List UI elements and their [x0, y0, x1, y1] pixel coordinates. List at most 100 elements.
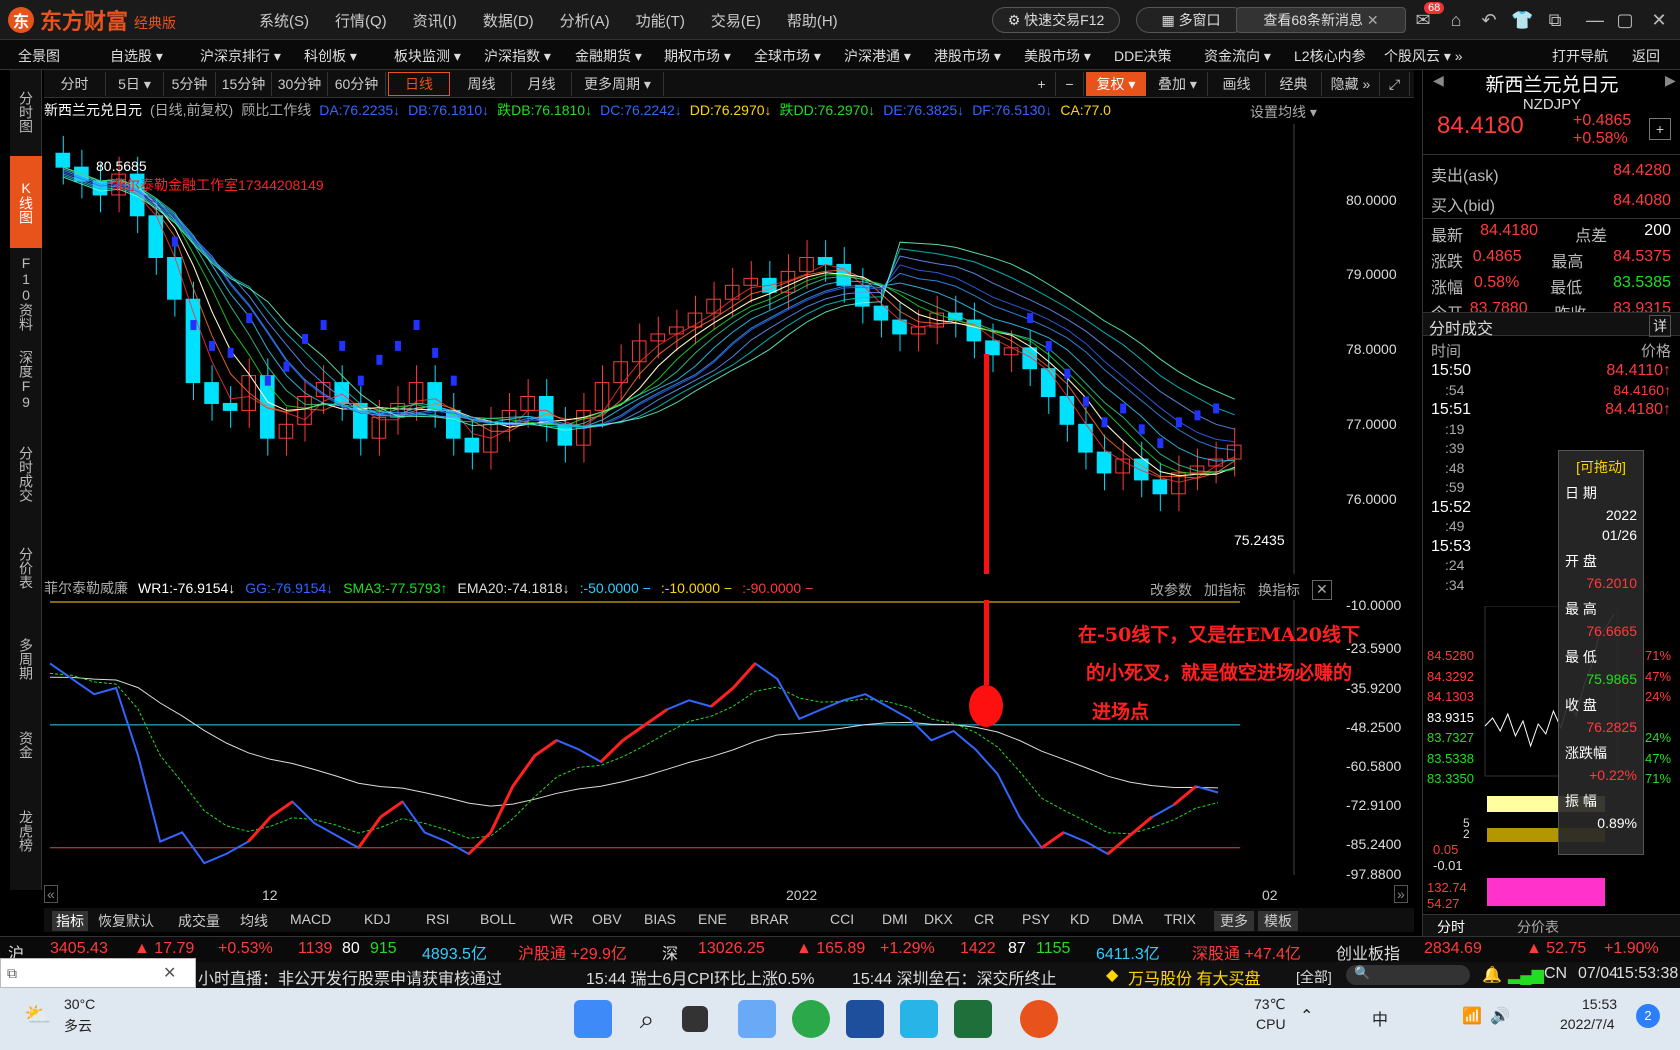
indicator-tab[interactable]: WR: [550, 911, 573, 927]
sz-index[interactable]: 13026.25: [698, 940, 765, 958]
main-kline-chart[interactable]: [44, 124, 1334, 574]
news-all-button[interactable]: [全部]: [1296, 967, 1332, 987]
indicator-tab[interactable]: 成交量: [178, 911, 220, 931]
nav-indices[interactable]: 沪深指数 ▾: [484, 46, 551, 66]
sidebar-item-kline[interactable]: K线图: [10, 156, 42, 248]
big-order-alert[interactable]: 万马股份 有大买盘: [1128, 965, 1260, 989]
sidebar-item-dragon[interactable]: 龙虎榜: [10, 786, 42, 876]
nav-star-market[interactable]: 科创板 ▾: [304, 46, 357, 66]
nav-us[interactable]: 美股市场 ▾: [1024, 46, 1091, 66]
news-button[interactable]: 查看68条新消息 ✕: [1236, 7, 1406, 33]
nav-dde[interactable]: DDE决策: [1114, 46, 1172, 66]
cyb-index[interactable]: 2834.69: [1424, 940, 1482, 958]
indicator-tab[interactable]: DKX: [924, 911, 953, 927]
minimize-icon[interactable]: —: [1584, 9, 1606, 31]
bell-icon[interactable]: 🔔: [1482, 965, 1502, 985]
sidebar-item-f10[interactable]: F10资料: [10, 250, 42, 336]
menu-function[interactable]: 功能(T): [632, 8, 689, 33]
indicator-tab[interactable]: BIAS: [644, 911, 676, 927]
menu-analysis[interactable]: 分析(A): [556, 8, 614, 33]
add-watch-icon[interactable]: +: [1649, 118, 1671, 140]
sidebar-item-depth[interactable]: 深度F9: [10, 340, 42, 420]
browser-icon[interactable]: [792, 1000, 830, 1038]
menu-data[interactable]: 数据(D): [479, 8, 538, 33]
fullscreen-icon[interactable]: ⤢: [1380, 72, 1410, 96]
search-input[interactable]: 🔍: [1346, 965, 1470, 985]
hide-button[interactable]: 隐藏 »: [1322, 72, 1380, 96]
popup-title[interactable]: [可拖动]: [1559, 457, 1643, 477]
tab-timeline[interactable]: 分时: [1437, 917, 1465, 937]
bar-info-popup[interactable]: [可拖动] 日 期 2022 01/26 开 盘 76.2010 最 高 76.6665 最 …: [1558, 450, 1644, 855]
nav-fund-flow[interactable]: 资金流向 ▾: [1204, 46, 1271, 66]
indicator-tab[interactable]: ENE: [698, 911, 727, 927]
restore-icon[interactable]: ⧉: [1544, 9, 1566, 31]
indicator-tab[interactable]: CCI: [830, 911, 854, 927]
indicator-tab[interactable]: CR: [974, 911, 994, 927]
app-logo[interactable]: 东 东方财富 经典版: [8, 5, 198, 35]
menu-help[interactable]: 帮助(H): [783, 8, 842, 33]
period-weekly[interactable]: 周线: [452, 72, 512, 96]
menu-system[interactable]: 系统(S): [255, 8, 313, 33]
indicator-tab[interactable]: KDJ: [364, 911, 390, 927]
overlay-button[interactable]: 叠加 ▾: [1148, 72, 1208, 96]
nav-return[interactable]: 返回: [1632, 46, 1660, 66]
mini-window-close-icon[interactable]: ✕: [163, 963, 176, 983]
skin-icon[interactable]: 👕: [1511, 9, 1533, 31]
task-view-icon[interactable]: [682, 1006, 708, 1032]
snip-tool-icon[interactable]: [738, 1000, 776, 1038]
nav-open-nav[interactable]: 打开导航: [1552, 46, 1608, 66]
tray-expand-icon[interactable]: ⌃: [1300, 1006, 1313, 1026]
indicator-tab[interactable]: BOLL: [480, 911, 516, 927]
nav-sector-monitor[interactable]: 板块监测 ▾: [394, 46, 461, 66]
williams-subchart[interactable]: [44, 600, 1334, 875]
period-more[interactable]: 更多周期 ▾: [572, 72, 664, 96]
indicator-tab[interactable]: PSY: [1022, 911, 1050, 927]
window-close-icon[interactable]: ✕: [1648, 9, 1670, 31]
menu-info[interactable]: 资讯(I): [409, 8, 461, 33]
news-item[interactable]: 15:44 瑞士6月CPI环比上涨0.5%: [586, 965, 815, 989]
period-monthly[interactable]: 月线: [512, 72, 572, 96]
period-15min[interactable]: 15分钟: [216, 72, 272, 96]
indicator-tab[interactable]: MACD: [290, 911, 331, 927]
add-indicator-button[interactable]: 加指标: [1204, 580, 1246, 600]
period-30min[interactable]: 30分钟: [272, 72, 328, 96]
draw-button[interactable]: 画线: [1208, 72, 1266, 96]
quick-trade-button[interactable]: ⚙ 快速交易F12: [992, 7, 1120, 33]
nav-options[interactable]: 期权市场 ▾: [664, 46, 731, 66]
zoom-out-button[interactable]: −: [1056, 72, 1084, 96]
hgt-flow[interactable]: 沪股通 +29.9亿: [518, 940, 627, 964]
scroll-left-icon[interactable]: «: [44, 885, 58, 903]
trading-app-icon[interactable]: [954, 1000, 992, 1038]
indicator-tab[interactable]: 恢复默认: [98, 911, 154, 931]
indicator-tab[interactable]: 更多: [1214, 911, 1254, 931]
close-subchart-icon[interactable]: ✕: [1312, 580, 1332, 600]
sidebar-item-timeline[interactable]: 分时图: [10, 70, 42, 154]
indicator-tab[interactable]: RSI: [426, 911, 449, 927]
tab-price-table[interactable]: 分价表: [1517, 917, 1559, 937]
zoom-in-button[interactable]: +: [1028, 72, 1056, 96]
close-icon[interactable]: ✕: [1367, 12, 1379, 29]
sidebar-item-price-table[interactable]: 分价表: [10, 528, 42, 608]
period-5min[interactable]: 5分钟: [164, 72, 216, 96]
wifi-icon[interactable]: 📶: [1462, 1006, 1482, 1026]
indicator-tab[interactable]: 均线: [240, 911, 268, 931]
sgt-flow[interactable]: 深股通 +47.4亿: [1192, 940, 1301, 964]
adjust-button[interactable]: 复权 ▾: [1086, 72, 1146, 96]
sidebar-item-ticks[interactable]: 分时成交: [10, 424, 42, 524]
classic-button[interactable]: 经典: [1266, 72, 1322, 96]
indicator-tab[interactable]: BRAR: [750, 911, 789, 927]
nav-global[interactable]: 全球市场 ▾: [754, 46, 821, 66]
floating-mini-window[interactable]: ⧉ ✕: [0, 958, 196, 988]
news-item[interactable]: 小时直播：非公开发行股票申请获审核通过: [198, 965, 502, 989]
indicator-tab[interactable]: DMI: [882, 911, 908, 927]
indicator-tab[interactable]: OBV: [592, 911, 622, 927]
ime-icon[interactable]: 中: [1372, 1006, 1388, 1030]
nav-l2[interactable]: L2核心内参: [1294, 46, 1366, 66]
switch-indicator-button[interactable]: 换指标: [1258, 580, 1300, 600]
period-daily[interactable]: 日线: [388, 72, 450, 96]
nav-panorama[interactable]: 全景图: [18, 46, 60, 66]
sh-index[interactable]: 3405.43: [50, 940, 108, 958]
app-icon[interactable]: [846, 1000, 884, 1038]
news-item[interactable]: 15:44 深圳垒石：深交所终止: [852, 965, 1057, 989]
weather-icon[interactable]: ⛅: [24, 1002, 51, 1028]
